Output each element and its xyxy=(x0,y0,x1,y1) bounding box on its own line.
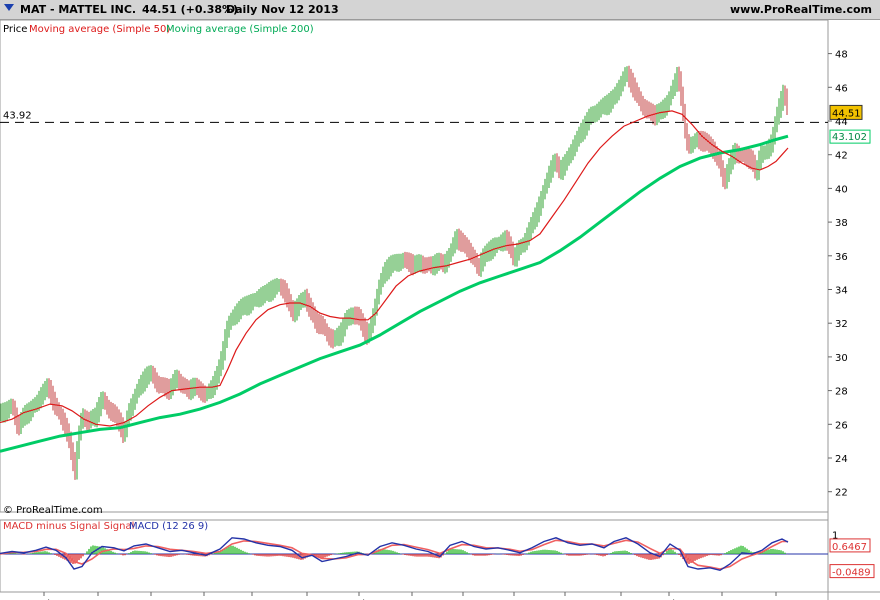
y-tick-label: 40 xyxy=(835,184,848,195)
y-tick-label: 42 xyxy=(835,151,848,162)
y-tick-label: 28 xyxy=(835,387,848,398)
axes: 22242628303234363840424446481JulSepNov20… xyxy=(37,50,848,600)
quote-value: 44.51 (+0.38%) xyxy=(142,3,239,16)
price-bars xyxy=(0,65,788,480)
dropdown-arrow-icon[interactable] xyxy=(4,4,14,11)
legend-price: Price xyxy=(3,24,27,35)
y-tick-label: 36 xyxy=(835,252,848,263)
macd-value: 0.6467 xyxy=(832,542,867,553)
y-tick-label: 38 xyxy=(835,218,848,229)
price-chart: 43.92 44.5143.102 0.6467-0.0489 222426283… xyxy=(0,20,880,600)
reference-line-label: 43.92 xyxy=(3,110,32,121)
y-tick-label: 24 xyxy=(835,454,848,465)
y-tick-label: 48 xyxy=(835,50,848,61)
legend-ma200: Moving average (Simple 200) xyxy=(166,24,314,35)
y-tick-label: 34 xyxy=(835,286,848,297)
y-tick-label: 30 xyxy=(835,353,848,364)
ma200-value: 43.102 xyxy=(832,132,867,143)
y-tick-label: 44 xyxy=(835,117,848,128)
macd-panel: 0.6467 -0.0489 xyxy=(0,537,875,579)
site-link[interactable]: www.ProRealTime.com xyxy=(730,3,872,16)
symbol-title: MAT - MATTEL INC. xyxy=(20,3,137,16)
chart-header: MAT - MATTEL INC. 44.51 (+0.38%) Daily N… xyxy=(0,0,880,20)
period-date: Daily Nov 12 2013 xyxy=(226,3,339,16)
watermark: © ProRealTime.com xyxy=(3,505,103,516)
grid xyxy=(0,20,880,600)
legend-ma50: Moving average (Simple 50) xyxy=(29,24,170,35)
price-panel-frame xyxy=(0,20,829,513)
ma200-line xyxy=(0,134,789,453)
y-tick-label: 22 xyxy=(835,488,848,499)
histogram-value: -0.0489 xyxy=(832,568,871,579)
chart-labels: Price Moving average (Simple 50) Moving … xyxy=(3,24,314,532)
macd-y-tick-label: 1 xyxy=(832,531,838,542)
y-tick-label: 32 xyxy=(835,319,848,330)
legend-macd-hist: MACD minus Signal Signal xyxy=(3,521,134,532)
y-tick-label: 46 xyxy=(835,83,848,94)
ma50-line xyxy=(0,110,789,427)
y-tick-label: 26 xyxy=(835,420,848,431)
legend-macd: MACD (12 26 9) xyxy=(129,521,208,532)
